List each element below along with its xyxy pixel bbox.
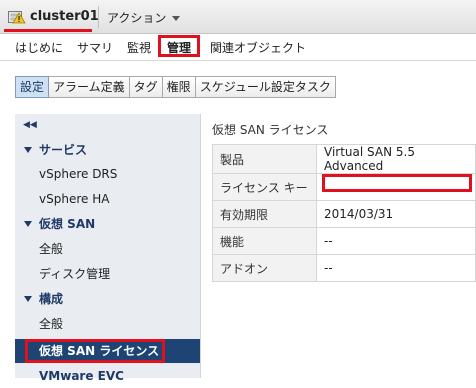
nav-group-label: 仮想 SAN [39, 217, 96, 231]
nav-item-label: 全般 [39, 242, 64, 256]
nav-item-vsphere-ha[interactable]: vSphere HA [15, 187, 200, 211]
row-value: -- [316, 227, 476, 255]
subtab-tags[interactable]: タグ [129, 76, 163, 98]
row-key: ライセンス キー [212, 173, 317, 201]
actions-menu[interactable]: アクション [107, 9, 181, 26]
row-key: 有効期限 [212, 200, 317, 228]
nav-item-label: VMware EVC [39, 369, 124, 383]
nav-item-label: vSphere HA [39, 192, 110, 206]
title-separator [98, 6, 99, 28]
row-key: 機能 [212, 227, 317, 255]
license-key-redaction-box [322, 174, 472, 192]
expand-triangle-icon [24, 147, 32, 153]
expand-triangle-icon [24, 296, 32, 302]
expand-triangle-icon [24, 221, 32, 227]
cluster-warning-icon [8, 11, 26, 24]
row-key: 製品 [212, 144, 317, 174]
table-row: 製品 Virtual SAN 5.5 Advanced [212, 144, 476, 174]
actions-menu-label: アクション [107, 11, 167, 25]
manage-tab-highlight [158, 35, 200, 57]
license-table: 製品 Virtual SAN 5.5 Advanced ライセンス キー 有効期… [212, 144, 476, 282]
nav-item-vmware-evc[interactable]: VMware EVC [15, 364, 200, 388]
cluster-name: cluster01 [30, 9, 99, 24]
nav-item-label: 全般 [39, 317, 64, 331]
nav-group-virtual-san[interactable]: 仮想 SAN [15, 212, 200, 236]
selected-nav-highlight [25, 339, 165, 363]
nav-item-disk-management[interactable]: ディスク管理 [15, 262, 200, 286]
cluster-name-highlight [4, 29, 92, 32]
subtab-alarm-definitions[interactable]: アラーム定義 [49, 76, 130, 98]
subtab-permissions[interactable]: 権限 [162, 76, 196, 98]
row-key: アドオン [212, 254, 317, 282]
table-row: アドオン -- [212, 254, 476, 282]
nav-item-label: vSphere DRS [39, 167, 118, 181]
title-bar: cluster01 アクション [0, 0, 476, 34]
tab-summary[interactable]: サマリ [77, 39, 113, 56]
nav-item-vsan-general[interactable]: 全般 [15, 237, 200, 261]
top-tabs: はじめに サマリ 監視 管理 関連オブジェクト [0, 34, 476, 61]
panel-title: 仮想 SAN ライセンス [212, 123, 329, 137]
subtab-scheduled-tasks[interactable]: スケジュール設定タスク [195, 76, 336, 98]
chevron-down-icon [172, 16, 181, 21]
row-value: Virtual SAN 5.5 Advanced [316, 144, 476, 174]
nav-group-services[interactable]: サービス [15, 138, 200, 162]
row-value: 2014/03/31 [316, 200, 476, 228]
nav-item-vsphere-drs[interactable]: vSphere DRS [15, 162, 200, 186]
collapse-icon[interactable]: ◀◀ [23, 120, 37, 130]
sub-tabs: 設定 アラーム定義 タグ 権限 スケジュール設定タスク [15, 76, 336, 98]
nav-group-configuration[interactable]: 構成 [15, 287, 200, 311]
nav-group-label: サービス [39, 143, 88, 157]
table-row: 有効期限 2014/03/31 [212, 200, 476, 228]
table-row: 機能 -- [212, 227, 476, 255]
tab-getting-started[interactable]: はじめに [15, 39, 63, 56]
tab-related-objects[interactable]: 関連オブジェクト [210, 39, 306, 56]
subtab-settings[interactable]: 設定 [15, 76, 50, 98]
nav-group-label: 構成 [39, 292, 64, 306]
nav-item-label: ディスク管理 [39, 267, 111, 281]
row-value: -- [316, 254, 476, 282]
nav-item-config-general[interactable]: 全般 [15, 312, 200, 336]
tab-monitor[interactable]: 監視 [127, 39, 151, 56]
